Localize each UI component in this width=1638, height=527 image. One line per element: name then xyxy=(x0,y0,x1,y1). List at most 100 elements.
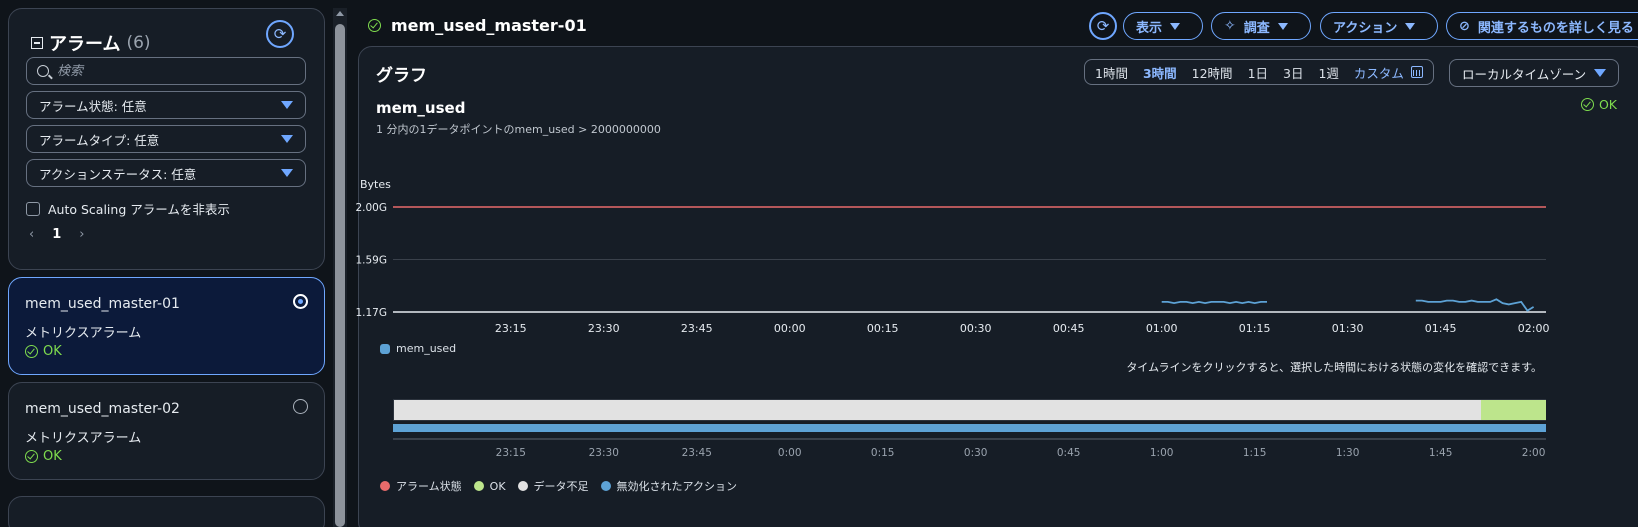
timeline-hint: タイムラインをクリックすると、選択した時間における状態の変化を確認できます。 xyxy=(1126,361,1542,374)
ok-check-icon xyxy=(25,345,38,358)
alarm-card-status-label: OK xyxy=(43,449,62,464)
series-legend-swatch xyxy=(380,343,390,354)
chevron-down-icon xyxy=(1170,22,1181,30)
x-tick-label: 01:15 xyxy=(1239,322,1271,335)
refresh-icon: ⟳ xyxy=(273,25,287,43)
metric-description: 1 分内の1データポイントのmem_used > 2000000000 xyxy=(376,123,661,136)
x-tick-label: 01:30 xyxy=(1332,322,1364,335)
alarm-card-partial[interactable] xyxy=(8,496,325,527)
alarm-card-status: OK xyxy=(25,344,62,359)
sidebar-scrollbar[interactable] xyxy=(333,8,347,527)
hide-autoscaling-option[interactable]: Auto Scaling アラームを非表示 xyxy=(26,199,230,218)
timeline-tick-label: 0:00 xyxy=(778,447,802,459)
search-box[interactable] xyxy=(26,57,306,85)
legend-alarm-state: アラーム状態 xyxy=(396,480,462,493)
chevron-down-icon xyxy=(1277,22,1288,30)
x-tick-label: 00:00 xyxy=(774,322,806,335)
alarm-state-filter[interactable]: アラーム状態: 任意 xyxy=(26,91,306,119)
hide-autoscaling-label: Auto Scaling アラームを非表示 xyxy=(48,202,230,217)
time-range-selector: 1時間 3時間 12時間 1日 3日 1週 カスタム xyxy=(1084,59,1434,85)
series-line-mem_used[interactable] xyxy=(1415,298,1535,312)
chevron-down-icon xyxy=(281,169,293,177)
range-1w[interactable]: 1週 xyxy=(1318,63,1338,82)
action-status-filter[interactable]: アクションステータス: 任意 xyxy=(26,159,306,187)
ok-swatch xyxy=(473,481,484,491)
alarm-select-radio[interactable] xyxy=(293,294,308,309)
alarm-card-status: OK xyxy=(25,449,62,464)
series-legend-label[interactable]: mem_used xyxy=(396,342,456,355)
y-tick-label: 1.59G xyxy=(355,255,387,267)
ok-check-icon xyxy=(1580,98,1594,111)
alarm-title: mem_used_master-01 xyxy=(391,16,587,35)
hide-autoscaling-checkbox[interactable] xyxy=(26,201,40,216)
range-1h[interactable]: 1時間 xyxy=(1095,63,1128,82)
timeline-axis xyxy=(393,438,1546,440)
alarm-type-filter[interactable]: アラームタイプ: 任意 xyxy=(26,125,306,153)
chevron-right-icon[interactable]: › xyxy=(79,227,84,242)
timeline-action-band[interactable] xyxy=(393,424,1546,432)
scroll-up-icon[interactable] xyxy=(336,11,344,16)
refresh-list-button[interactable]: ⟳ xyxy=(266,20,294,48)
alarm-card-status-label: OK xyxy=(43,344,62,359)
refresh-button[interactable]: ⟳ xyxy=(1089,12,1117,40)
range-3d[interactable]: 3日 xyxy=(1283,63,1303,82)
legend-ok: OK xyxy=(489,479,506,493)
alarm-list-sidebar: アラーム (6) ⟳ アラーム状態: 任意 アラームタイプ: 任意 アクションス… xyxy=(0,0,333,527)
timeline-tick-label: 1:15 xyxy=(1243,447,1267,459)
timeline-bar[interactable] xyxy=(393,399,1546,421)
scrollbar-thumb[interactable] xyxy=(335,24,345,527)
timeline-ok-band[interactable] xyxy=(1481,400,1546,420)
timeline-tick-label: 23:30 xyxy=(589,447,619,459)
timeline-tick-label: 23:15 xyxy=(496,447,526,459)
chevron-down-icon xyxy=(281,135,293,143)
page-number[interactable]: 1 xyxy=(52,227,61,242)
metric-status-label: OK xyxy=(1598,97,1617,112)
range-custom[interactable]: カスタム xyxy=(1354,63,1404,82)
alarm-card-type: メトリクスアラーム xyxy=(25,326,142,341)
alarm-type-filter-label: アラームタイプ: 任意 xyxy=(39,132,160,148)
collapse-icon[interactable] xyxy=(31,37,43,49)
timeline-tick-label: 23:45 xyxy=(682,447,712,459)
y-axis-label: Bytes xyxy=(360,178,391,191)
pagination: ‹ 1 › xyxy=(29,227,84,242)
alarm-state-filter-label: アラーム状態: 任意 xyxy=(39,98,147,114)
search-input[interactable] xyxy=(57,63,277,79)
alarm-filter-panel: アラーム (6) ⟳ アラーム状態: 任意 アラームタイプ: 任意 アクションス… xyxy=(8,8,325,270)
alarm-card-selected[interactable]: mem_used_master-01 メトリクスアラーム OK xyxy=(8,277,325,375)
timeline-labels: 23:15 23:30 23:45 0:00 0:15 0:30 0:45 1:00 1:15 1… xyxy=(496,447,1546,459)
metric-title: mem_used xyxy=(376,99,466,117)
timeline-tick-label: 0:15 xyxy=(871,447,895,459)
investigate-button-label: 調査 xyxy=(1243,20,1270,36)
ok-check-icon xyxy=(25,450,38,463)
timezone-select[interactable]: ローカルタイムゾーン xyxy=(1449,59,1619,87)
investigate-button[interactable]: ✧ 調査 xyxy=(1211,12,1311,40)
calendar-icon[interactable] xyxy=(1410,66,1423,78)
range-3h[interactable]: 3時間 xyxy=(1143,63,1177,82)
range-1d[interactable]: 1日 xyxy=(1248,63,1268,82)
series-line-mem_used[interactable] xyxy=(1161,300,1267,305)
alarm-card[interactable]: mem_used_master-02 メトリクスアラーム OK xyxy=(8,382,325,480)
timezone-label: ローカルタイムゾーン xyxy=(1462,66,1587,82)
chevron-down-icon xyxy=(1405,22,1416,30)
view-button[interactable]: 表示 xyxy=(1123,12,1203,40)
timeline-tick-label: 0:30 xyxy=(964,447,988,459)
timeline-tick-label: 1:45 xyxy=(1429,447,1453,459)
actions-button[interactable]: アクション xyxy=(1320,12,1438,40)
alarm-card-type: メトリクスアラーム xyxy=(25,431,142,446)
timeline-tick-label: 1:30 xyxy=(1336,447,1360,459)
chevron-left-icon[interactable]: ‹ xyxy=(29,227,34,242)
y-tick-label: 2.00G xyxy=(355,202,387,214)
explore-related-button[interactable]: ⊘ 関連するものを詳しく見る xyxy=(1446,12,1638,40)
explore-related-label: 関連するものを詳しく見る xyxy=(1477,20,1634,36)
legend-insufficient: データ不足 xyxy=(533,480,589,493)
alarm-select-radio[interactable] xyxy=(293,399,308,414)
alarm-card-name: mem_used_master-01 xyxy=(25,296,180,312)
x-tick-label: 00:15 xyxy=(867,322,899,335)
range-12h[interactable]: 12時間 xyxy=(1192,63,1233,82)
chevron-down-icon xyxy=(1594,69,1606,77)
panel-title: アラーム xyxy=(49,34,121,55)
metric-chart[interactable]: Bytes 1.17G 1.59G 2.00G 23:15 23:30 23:45 00:… xyxy=(350,170,1638,370)
y-tick-label: 1.17G xyxy=(355,307,387,319)
x-tick-label: 00:30 xyxy=(960,322,992,335)
timeline-insufficient-band[interactable] xyxy=(394,400,1481,420)
